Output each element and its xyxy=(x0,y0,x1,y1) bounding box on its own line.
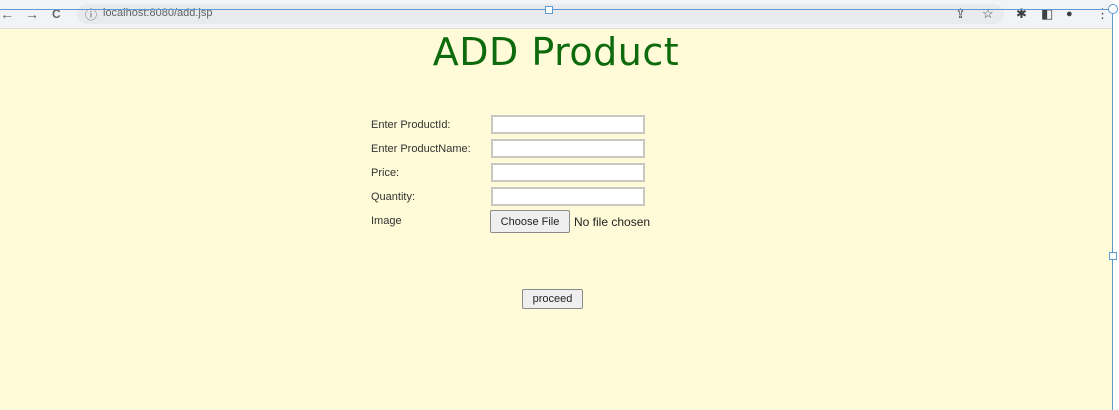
browser-toolbar: ← → C ⓘ localhost:8080/add.jsp ⇪ ☆ ✱ ◧ ●… xyxy=(0,0,1112,29)
selection-handle xyxy=(1109,252,1117,260)
reload-icon[interactable]: C xyxy=(52,5,61,23)
product-name-label: Enter ProductName: xyxy=(371,143,471,155)
selection-handle xyxy=(1108,4,1118,14)
forward-icon[interactable]: → xyxy=(25,5,39,23)
selection-guide-top xyxy=(0,9,1112,10)
file-status-text: No file chosen xyxy=(574,215,651,229)
star-icon[interactable]: ☆ xyxy=(982,5,994,23)
image-label: Image xyxy=(371,215,402,227)
selection-guide-right xyxy=(1112,9,1113,410)
choose-file-button[interactable]: Choose File xyxy=(490,210,570,233)
extensions-icon[interactable]: ✱ xyxy=(1016,5,1027,23)
share-icon[interactable]: ⇪ xyxy=(955,5,966,23)
proceed-button[interactable]: proceed xyxy=(522,289,583,309)
selection-handle xyxy=(545,6,553,14)
back-icon[interactable]: ← xyxy=(0,5,14,23)
price-input[interactable] xyxy=(491,163,645,182)
page-title: ADD Product xyxy=(432,30,680,74)
price-label: Price: xyxy=(371,167,400,179)
quantity-input[interactable] xyxy=(491,187,645,206)
page-body: ADD Product Enter ProductId: Enter Produ… xyxy=(0,29,1112,410)
product-id-input[interactable] xyxy=(491,115,645,134)
product-name-input[interactable] xyxy=(491,139,645,158)
product-id-label: Enter ProductId: xyxy=(371,119,451,131)
quantity-label: Quantity: xyxy=(371,191,416,203)
side-panel-icon[interactable]: ◧ xyxy=(1041,5,1053,23)
address-bar[interactable]: ⓘ localhost:8080/add.jsp xyxy=(77,4,1004,24)
profile-icon[interactable]: ● xyxy=(1066,5,1073,23)
